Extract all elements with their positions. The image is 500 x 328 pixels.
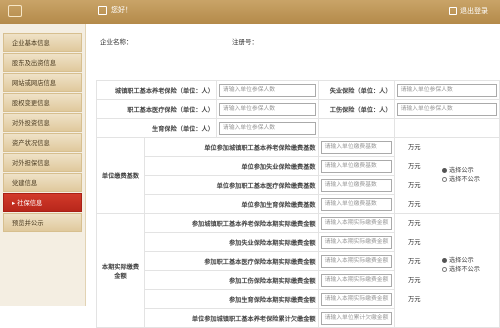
- radio-label: 选择公示: [449, 167, 474, 174]
- unit-label: 万元: [408, 277, 421, 284]
- paid-input[interactable]: 请输入本期实际缴费金额: [320, 292, 392, 306]
- logout-icon: [449, 7, 457, 15]
- welcome-area: 您好！: [98, 5, 132, 15]
- radio-public[interactable]: 选择公示: [442, 256, 480, 265]
- sidebar-item-shareholders[interactable]: 股东及出资信息: [3, 53, 82, 72]
- sidebar-item-equity-change[interactable]: 股权变更信息: [3, 93, 82, 112]
- base-group-label: 单位缴费基数: [96, 137, 145, 214]
- unit-label: 万元: [408, 144, 421, 151]
- radio-private[interactable]: 选择不公示: [442, 175, 480, 184]
- paid-row-label: 单位参加城镇职工基本养老保险累计欠缴金额: [143, 308, 319, 328]
- base-input[interactable]: 请输入单位缴费基数: [320, 197, 392, 211]
- base-row-label: 单位参加城镇职工基本养老保险缴费基数: [143, 137, 319, 157]
- unit-label: 万元: [408, 201, 421, 208]
- sidebar-item-investment[interactable]: 对外投资信息: [3, 113, 82, 132]
- top-bar: 您好！ 退出登录: [0, 0, 500, 24]
- sidebar-item-party[interactable]: 党建信息: [3, 173, 82, 192]
- medical-label: 职工基本医疗保险（单位：人）: [96, 99, 217, 119]
- paid-group-label: 本期实际缴费金额: [96, 213, 145, 328]
- radio-public[interactable]: 选择公示: [442, 166, 480, 175]
- maternity-label: 生育保险（单位：人）: [96, 118, 217, 138]
- unit-label: 万元: [408, 163, 421, 170]
- radio-dot: [442, 257, 447, 263]
- paid-input[interactable]: 请输入本期实际缴费金额: [320, 254, 392, 268]
- base-row-label: 单位参加失业保险缴费基数: [143, 156, 319, 176]
- paid-disclosure-radio-group: 选择公示 选择不公示: [442, 256, 480, 274]
- base-row-label: 单位参加生育保险缴费基数: [143, 194, 319, 214]
- paid-row-label: 参加工伤保险本期实际缴费金额: [143, 270, 319, 290]
- paid-input[interactable]: 请输入本期实际缴费金额: [320, 273, 392, 287]
- paid-row-label: 参加城镇职工基本养老保险本期实际缴费金额: [143, 213, 319, 233]
- unit-label: 万元: [408, 220, 421, 227]
- radio-private[interactable]: 选择不公示: [442, 265, 480, 274]
- sidebar-item-assets[interactable]: 资产状况信息: [3, 133, 82, 152]
- base-input[interactable]: 请输入单位缴费基数: [320, 140, 392, 154]
- paid-row-label: 参加失业保险本期实际缴费金额: [143, 232, 319, 252]
- welcome-text: 您好！: [111, 6, 132, 14]
- right-annotations: 万元 万元 万元 万元 选择公示 选择不公示 万元 万元 万元 万元 万元 选择…: [406, 80, 500, 306]
- radio-label: 选择不公示: [449, 266, 480, 273]
- company-name-label: 企业名称：: [100, 38, 133, 46]
- logout-button[interactable]: 退出登录: [449, 6, 488, 16]
- radio-label: 选择不公示: [449, 176, 480, 183]
- logo-icon: [8, 5, 22, 17]
- base-row-label: 单位参加职工基本医疗保险缴费基数: [143, 175, 319, 195]
- sidebar: 企业基本信息 股东及出资信息 网站或网店信息 股权变更信息 对外投资信息 资产状…: [0, 24, 86, 306]
- radio-label: 选择公示: [449, 257, 474, 264]
- maternity-input[interactable]: 请输入单位参保人数: [218, 121, 316, 135]
- radio-dot: [442, 266, 447, 272]
- paid-input[interactable]: 请输入本期实际缴费金额: [320, 216, 392, 230]
- radio-dot: [442, 176, 447, 182]
- base-input[interactable]: 请输入单位缴费基数: [320, 159, 392, 173]
- urban-pension-input[interactable]: 请输入单位参保人数: [218, 83, 316, 97]
- sidebar-item-preview[interactable]: 预览并公示: [3, 213, 82, 232]
- unemployment-label: 失业保险（单位：人）: [317, 80, 395, 100]
- base-input[interactable]: 请输入单位缴费基数: [320, 178, 392, 192]
- injury-label: 工伤保险（单位：人）: [317, 99, 395, 119]
- sidebar-item-social-security[interactable]: ▸ 社保信息: [3, 193, 82, 212]
- unit-label: 万元: [408, 182, 421, 189]
- sidebar-item-basic-info[interactable]: 企业基本信息: [3, 33, 82, 52]
- paid-row-label: 参加职工基本医疗保险本期实际缴费金额: [143, 251, 319, 271]
- paid-input[interactable]: 请输入本期实际缴费金额: [320, 235, 392, 249]
- home-icon[interactable]: [98, 5, 107, 15]
- paid-input[interactable]: 请输入单位累计欠缴金额: [320, 311, 392, 325]
- urban-pension-label: 城镇职工基本养老保险（单位：人）: [96, 80, 217, 100]
- unit-label: 万元: [408, 239, 421, 246]
- unit-label: 万元: [408, 258, 421, 265]
- unit-label: 万元: [408, 296, 421, 303]
- registration-number-label: 注册号：: [232, 38, 258, 46]
- radio-dot: [442, 167, 447, 173]
- sidebar-item-website[interactable]: 网站或网店信息: [3, 73, 82, 92]
- medical-input[interactable]: 请输入单位参保人数: [218, 102, 316, 116]
- base-disclosure-radio-group: 选择公示 选择不公示: [442, 166, 480, 184]
- main-content: 企业名称： 注册号： 城镇职工基本养老保险（单位：人） 请输入单位参保人数 失业…: [96, 24, 500, 328]
- logout-label: 退出登录: [460, 7, 488, 15]
- sidebar-item-guarantee[interactable]: 对外担保信息: [3, 153, 82, 172]
